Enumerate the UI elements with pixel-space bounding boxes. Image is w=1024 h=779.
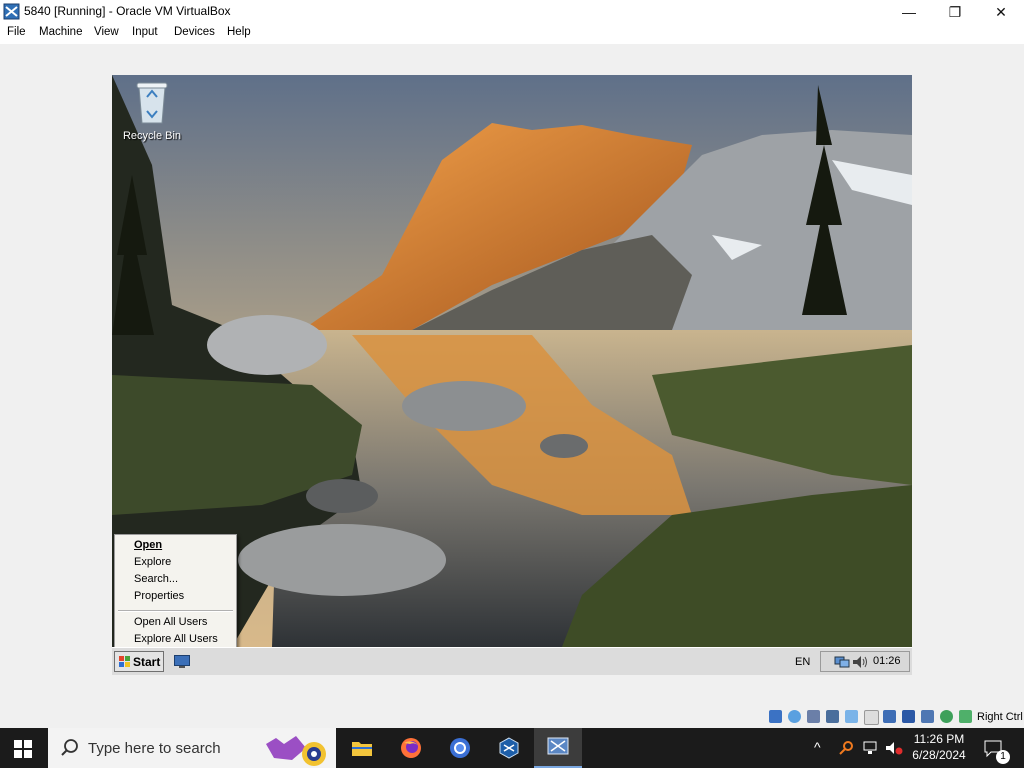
vm-window-icon bbox=[547, 737, 569, 755]
context-menu: Open Explore Search... Properties Open A… bbox=[114, 534, 237, 650]
taskbar-chrome[interactable] bbox=[436, 728, 484, 768]
host-key-label: Right Ctrl bbox=[977, 711, 1023, 723]
search-highlight-icon bbox=[266, 736, 326, 766]
context-menu-explore[interactable]: Explore bbox=[134, 554, 171, 570]
context-menu-open-all-users[interactable]: Open All Users bbox=[134, 614, 207, 630]
network-adapter-icon[interactable] bbox=[826, 710, 839, 723]
guest-system-tray: 01:26 bbox=[820, 651, 910, 672]
mouse-integration-icon[interactable] bbox=[940, 710, 953, 723]
taskbar-vm-window[interactable] bbox=[534, 728, 582, 768]
virtualization-icon[interactable] bbox=[921, 710, 934, 723]
context-menu-open[interactable]: Open bbox=[134, 537, 162, 553]
optical-drive-icon[interactable] bbox=[788, 710, 801, 723]
recording-icon[interactable] bbox=[902, 710, 915, 723]
network-icon[interactable] bbox=[834, 655, 850, 669]
taskbar-search-box[interactable]: Type here to search bbox=[48, 728, 336, 768]
minimize-button[interactable]: — bbox=[886, 0, 932, 24]
audio-icon[interactable] bbox=[807, 710, 820, 723]
desktop-icon-recycle-bin[interactable]: Recycle Bin bbox=[120, 79, 184, 142]
notification-badge: 1 bbox=[996, 750, 1010, 764]
search-placeholder: Type here to search bbox=[88, 740, 221, 757]
key-icon[interactable] bbox=[838, 740, 854, 756]
menu-view[interactable]: View bbox=[94, 26, 119, 38]
context-menu-properties[interactable]: Properties bbox=[134, 588, 184, 604]
start-button[interactable]: Start bbox=[114, 651, 164, 672]
host-time: 11:26 PM bbox=[913, 732, 965, 746]
taskbar-file-explorer[interactable] bbox=[338, 728, 386, 768]
shared-folders-icon[interactable] bbox=[864, 710, 879, 725]
usb-icon[interactable] bbox=[845, 710, 858, 723]
speaker-muted-icon[interactable] bbox=[885, 740, 903, 756]
virtualbox-icon bbox=[3, 3, 20, 20]
window-title: 5840 [Running] - Oracle VM VirtualBox bbox=[24, 4, 231, 18]
context-menu-search[interactable]: Search... bbox=[134, 571, 178, 587]
folder-icon bbox=[352, 742, 372, 756]
vbox-status-bar: Right Ctrl bbox=[0, 704, 1024, 728]
display-icon[interactable] bbox=[883, 710, 896, 723]
hard-disk-icon[interactable] bbox=[769, 710, 782, 723]
guest-clock: 01:26 bbox=[873, 655, 901, 667]
taskbar-virtualbox-manager[interactable] bbox=[485, 728, 533, 768]
virtualbox-manager-icon bbox=[499, 737, 519, 759]
vm-screen[interactable]: Recycle Bin Open Explore Search... Prope… bbox=[112, 75, 912, 675]
search-icon bbox=[61, 739, 78, 756]
taskbar-firefox[interactable] bbox=[387, 728, 435, 768]
windows-start-icon[interactable] bbox=[14, 740, 32, 758]
volume-icon[interactable] bbox=[852, 655, 868, 669]
desktop-icon-label: Recycle Bin bbox=[122, 130, 182, 142]
menu-bar: File Machine View Input Devices Help bbox=[0, 24, 1024, 44]
context-menu-explore-all-users[interactable]: Explore All Users bbox=[134, 631, 218, 647]
menu-devices[interactable]: Devices bbox=[174, 26, 215, 38]
host-taskbar: Type here to search ^ 11:26 PM 6/28/2024… bbox=[0, 728, 1024, 768]
language-indicator[interactable]: EN bbox=[795, 656, 810, 668]
windows-flag-icon bbox=[119, 656, 130, 667]
chrome-icon bbox=[450, 738, 470, 758]
menu-help[interactable]: Help bbox=[227, 26, 251, 38]
menu-machine[interactable]: Machine bbox=[39, 26, 82, 38]
menu-input[interactable]: Input bbox=[132, 26, 158, 38]
firefox-icon bbox=[401, 738, 421, 758]
host-clock[interactable]: 11:26 PM 6/28/2024 bbox=[906, 731, 972, 763]
chevron-up-icon[interactable]: ^ bbox=[814, 739, 821, 779]
network-status-icon[interactable] bbox=[862, 740, 880, 756]
menu-file[interactable]: File bbox=[7, 26, 26, 38]
maximize-button[interactable]: ❐ bbox=[932, 0, 978, 24]
close-button[interactable]: ✕ bbox=[978, 0, 1024, 24]
start-label: Start bbox=[133, 655, 161, 669]
show-desktop-icon[interactable] bbox=[174, 655, 190, 668]
keyboard-capture-icon[interactable] bbox=[959, 710, 972, 723]
guest-taskbar: Start EN 01:26 bbox=[112, 647, 912, 675]
host-date: 6/28/2024 bbox=[912, 748, 966, 762]
window-title-bar: 5840 [Running] - Oracle VM VirtualBox — … bbox=[0, 0, 1024, 24]
recycle-bin-icon bbox=[136, 82, 168, 124]
context-menu-separator bbox=[118, 610, 233, 612]
